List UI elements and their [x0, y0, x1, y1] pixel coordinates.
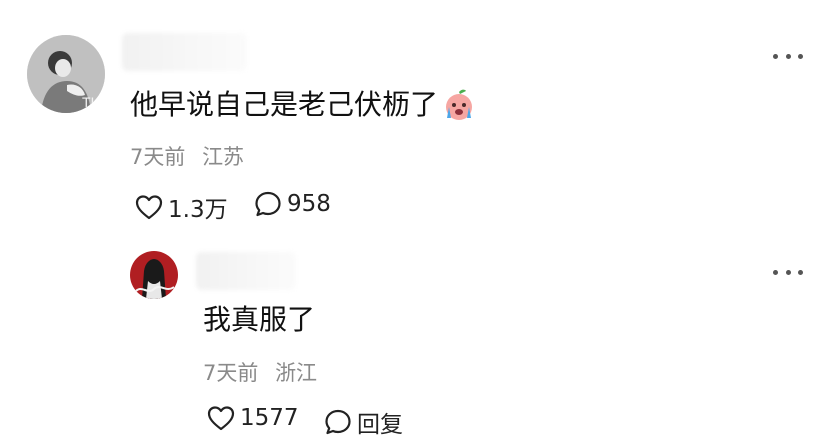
comment-like-count: 1.3万 — [168, 197, 228, 223]
reply-meta: 7天前 浙江 — [203, 360, 317, 386]
crying-peach-emoji-icon — [446, 89, 473, 120]
reply-time: 7天前 — [203, 361, 259, 385]
reply-avatar[interactable] — [130, 251, 178, 299]
comment-more-button[interactable] — [773, 48, 803, 64]
comment-avatar[interactable]: TI — [27, 35, 105, 113]
reply-like-count: 1577 — [240, 405, 299, 431]
reply-more-button[interactable] — [773, 264, 803, 280]
heart-outline-icon — [207, 406, 235, 431]
more-dots-icon — [773, 53, 778, 59]
comment-reply-count: 958 — [287, 191, 331, 217]
woman-portrait-avatar-icon: TI — [27, 35, 105, 113]
comment-thread: TI 他早说自己是老己伏枥了 7天前 江苏 1.3万 958 我真服了 7天前 … — [0, 0, 836, 448]
comment-time: 7天前 — [130, 145, 186, 169]
reply-text: 我真服了 — [203, 303, 315, 337]
comment-location: 江苏 — [202, 145, 245, 169]
comment-reply-button[interactable]: 958 — [254, 190, 331, 218]
reply-username-redacted — [196, 252, 296, 290]
comment-like-button[interactable]: 1.3万 — [135, 190, 228, 224]
comment-text: 他早说自己是老己伏枥了 — [130, 88, 476, 122]
comment-text-content: 他早说自己是老己伏枥了 — [130, 88, 439, 121]
reply-location: 浙江 — [275, 361, 318, 385]
reply-reply-button[interactable]: 回复 — [324, 405, 403, 439]
reply-reply-label: 回复 — [357, 412, 403, 438]
reply-like-button[interactable]: 1577 — [207, 405, 299, 431]
red-figure-avatar-icon — [130, 251, 178, 299]
heart-outline-icon — [135, 195, 163, 220]
speech-bubble-icon — [255, 191, 281, 217]
comment-meta: 7天前 江苏 — [130, 144, 244, 170]
comment-username-redacted — [122, 33, 247, 71]
more-dots-icon — [773, 269, 778, 275]
svg-text:TI: TI — [82, 94, 94, 110]
reply-text-content: 我真服了 — [203, 303, 316, 336]
speech-bubble-icon — [325, 409, 351, 435]
